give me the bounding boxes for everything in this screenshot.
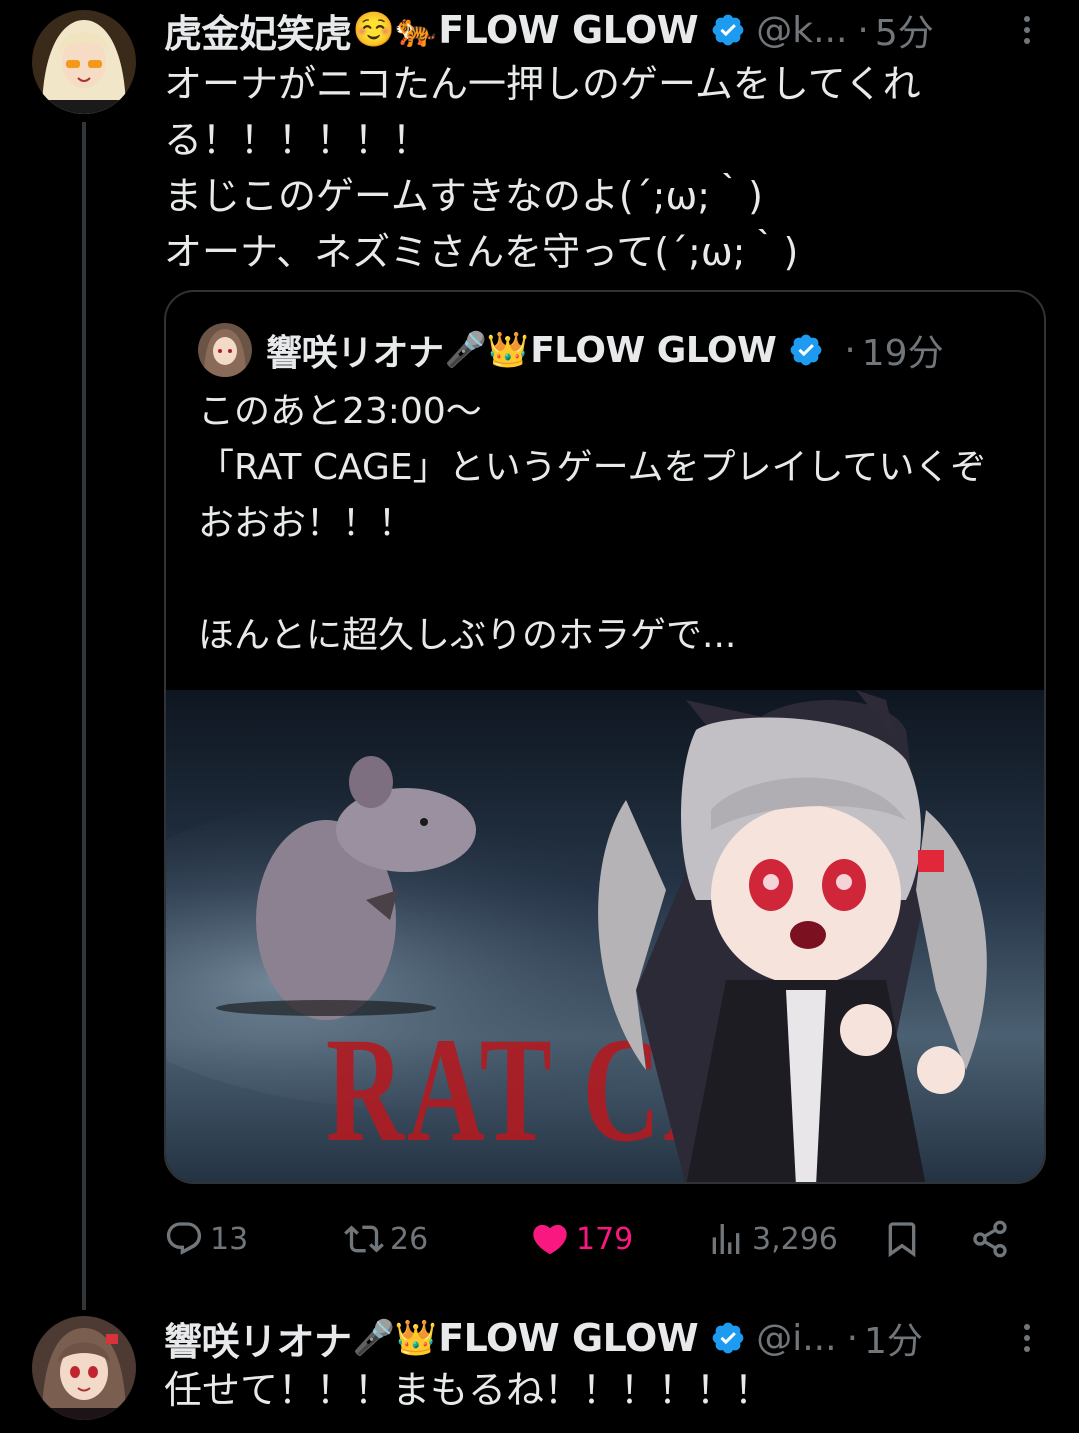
name-emojis: 🎤👑: [352, 1318, 438, 1358]
share-icon: [973, 1220, 1007, 1258]
separator-dot: ·: [846, 1317, 859, 1359]
quoted-name-emojis: 🎤👑: [444, 330, 530, 370]
handle[interactable]: @k...: [756, 10, 847, 51]
quoted-timestamp: 19分: [861, 333, 944, 374]
views-button[interactable]: 3,296: [706, 1219, 882, 1259]
verified-badge-icon: [788, 332, 824, 368]
view-count: 3,296: [752, 1221, 838, 1257]
more-options-icon[interactable]: [1015, 10, 1039, 50]
avatar[interactable]: [32, 10, 136, 114]
quoted-display-name: 響咲リオナ: [266, 333, 444, 374]
tweet-header: 虎金妃笑虎 ☺️🐅 FLOW GLOW @k... · 5分: [164, 2, 934, 58]
quoted-avatar: [198, 323, 252, 377]
handle[interactable]: @i...: [756, 1318, 836, 1359]
tweet-header: 響咲リオナ 🎤👑 FLOW GLOW @i... · 1分: [164, 1310, 923, 1366]
name-emojis: ☺️🐅: [352, 10, 438, 50]
timestamp[interactable]: 1分: [864, 1312, 923, 1364]
display-name-suffix[interactable]: FLOW GLOW: [438, 8, 699, 52]
tweet-text: オーナがニコたん一押しのゲームをしてくれる！！！！！！ まじこのゲームすきなのよ…: [164, 62, 921, 274]
quoted-media-image[interactable]: RAT CAGE: [166, 690, 1044, 1182]
like-count: 179: [576, 1221, 634, 1257]
quoted-tweet-card[interactable]: 響咲リオナ 🎤👑 FLOW GLOW · 19分 このあと23:00〜 「RAT…: [164, 290, 1046, 1184]
retweet-button[interactable]: 26: [344, 1219, 530, 1259]
quoted-tweet-text: このあと23:00〜 「RAT CAGE」というゲームをプレイしていくぞおおお！…: [198, 391, 987, 656]
like-button[interactable]: 179: [530, 1219, 706, 1259]
tweet-1[interactable]: 虎金妃笑虎 ☺️🐅 FLOW GLOW @k... · 5分 オーナがニコたん一…: [0, 0, 1079, 1300]
timestamp[interactable]: 5分: [875, 4, 934, 56]
tweet-2[interactable]: 響咲リオナ 🎤👑 FLOW GLOW @i... · 1分 任せて！！！まもるね…: [0, 1300, 1079, 1433]
display-name[interactable]: 虎金妃笑虎: [164, 3, 352, 58]
tweet-action-bar: 13 26 179 3,296: [164, 1208, 1034, 1270]
verified-badge-icon: [710, 1320, 746, 1356]
retweet-icon: [344, 1225, 384, 1253]
avatar[interactable]: [32, 1316, 136, 1420]
separator-dot: ·: [844, 329, 856, 371]
quoted-tweet-header: 響咲リオナ 🎤👑 FLOW GLOW · 19分: [198, 322, 944, 378]
share-button[interactable]: [970, 1219, 1016, 1259]
quoted-display-name-suffix: FLOW GLOW: [530, 329, 777, 371]
bookmark-button[interactable]: [882, 1219, 970, 1259]
bookmark-icon: [888, 1222, 916, 1258]
display-name-suffix[interactable]: FLOW GLOW: [438, 1316, 699, 1360]
more-options-icon[interactable]: [1015, 1318, 1039, 1358]
verified-badge-icon: [710, 12, 746, 48]
reply-count: 13: [210, 1221, 249, 1257]
tweet-text: 任せて！！！まもるね！！！！！！: [164, 1368, 773, 1412]
reply-icon: [166, 1222, 202, 1255]
retweet-count: 26: [390, 1221, 429, 1257]
views-icon: [712, 1224, 740, 1254]
reply-button[interactable]: 13: [164, 1219, 344, 1259]
display-name[interactable]: 響咲リオナ: [164, 1311, 352, 1366]
heart-icon: [533, 1224, 567, 1255]
separator-dot: ·: [857, 9, 869, 51]
